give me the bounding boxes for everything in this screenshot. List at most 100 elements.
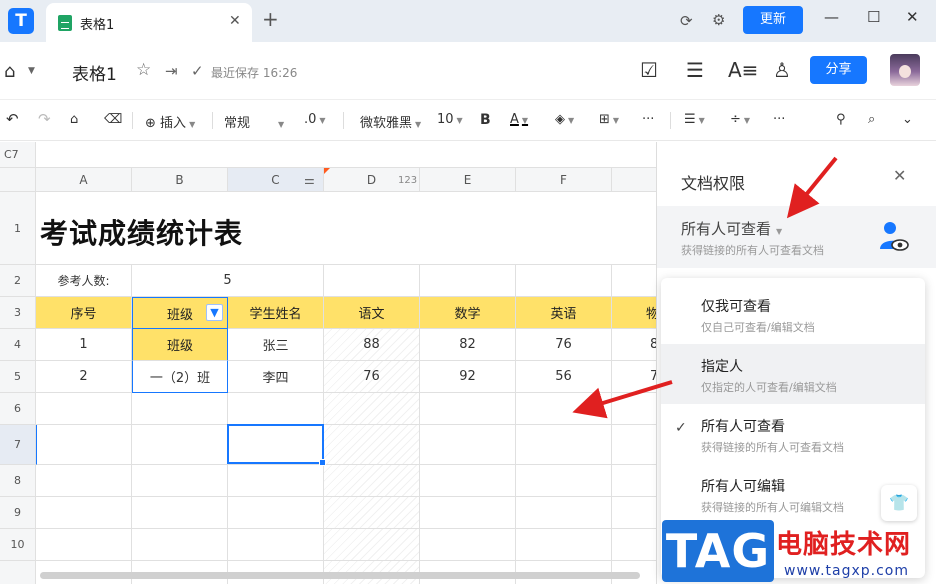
star-icon[interactable]: ☆: [136, 60, 151, 80]
table-cell[interactable]: 2: [36, 361, 132, 393]
chevron-down-icon[interactable]: ▼: [28, 66, 35, 76]
cell[interactable]: [324, 265, 420, 297]
more-align-button[interactable]: ···: [773, 112, 785, 127]
row-header-8[interactable]: 8: [0, 465, 36, 497]
table-cell[interactable]: 张三: [228, 329, 324, 361]
maximize-button[interactable]: ☐: [867, 8, 880, 26]
border-button[interactable]: ⊞ ▼: [599, 112, 619, 127]
row-header-10[interactable]: 10: [0, 529, 36, 561]
cell[interactable]: [420, 265, 516, 297]
cell[interactable]: [612, 529, 656, 561]
select-all-corner[interactable]: [0, 168, 36, 192]
cell[interactable]: [612, 265, 656, 297]
cell[interactable]: [612, 465, 656, 497]
redo-icon[interactable]: ↷: [38, 110, 51, 128]
document-title[interactable]: 表格1: [72, 60, 117, 85]
cell-reference-box[interactable]: C7: [0, 142, 36, 168]
decimal-select[interactable]: .0 ▼: [304, 112, 326, 127]
tab-close-icon[interactable]: ✕: [229, 13, 241, 29]
cell[interactable]: [36, 465, 132, 497]
horizontal-scrollbar[interactable]: [40, 572, 640, 579]
cell[interactable]: [324, 425, 420, 465]
cell[interactable]: [516, 465, 612, 497]
column-header-b[interactable]: B: [132, 168, 228, 192]
cell[interactable]: [36, 529, 132, 561]
collapse-chevron-icon[interactable]: ⌄: [902, 112, 913, 127]
row-header-7[interactable]: 7: [0, 425, 36, 465]
cell[interactable]: [612, 497, 656, 529]
table-cell[interactable]: 班级: [132, 329, 228, 361]
table-cell[interactable]: 92: [420, 361, 516, 393]
table-cell[interactable]: 7: [612, 361, 656, 393]
header-cell[interactable]: 语文: [324, 297, 420, 329]
row-header-5[interactable]: 5: [0, 361, 36, 393]
cell[interactable]: [324, 465, 420, 497]
table-cell[interactable]: 李四: [228, 361, 324, 393]
row-header-6[interactable]: 6: [0, 393, 36, 425]
table-cell[interactable]: 1: [36, 329, 132, 361]
fill-handle[interactable]: [319, 459, 326, 466]
row-header-1[interactable]: 1: [0, 192, 36, 265]
cell[interactable]: [516, 497, 612, 529]
cell[interactable]: [516, 529, 612, 561]
new-tab-button[interactable]: +: [262, 9, 279, 29]
more-format-button[interactable]: ···: [642, 112, 654, 127]
table-cell[interactable]: 82: [420, 329, 516, 361]
column-header-e[interactable]: E: [420, 168, 516, 192]
option-only-me[interactable]: 仅我可查看 仅自己可查看/编辑文档: [661, 284, 925, 344]
cell[interactable]: [324, 497, 420, 529]
brush-icon[interactable]: ⚲: [836, 112, 846, 127]
cell[interactable]: [36, 497, 132, 529]
column-header-f[interactable]: F: [516, 168, 612, 192]
cell[interactable]: [228, 497, 324, 529]
cell[interactable]: [516, 393, 612, 425]
cell[interactable]: [420, 497, 516, 529]
minimize-button[interactable]: —: [824, 8, 839, 26]
format-painter-icon[interactable]: ⌂: [70, 112, 78, 127]
cell[interactable]: [36, 393, 132, 425]
tab-sheet1[interactable]: 表格1 ✕: [46, 3, 252, 42]
spreadsheet-grid[interactable]: C7 A B C ⚌ D 123 E F 1 2 3 4 5 6 7 8 9 1…: [0, 142, 656, 584]
close-panel-icon[interactable]: ✕: [893, 166, 906, 185]
cell[interactable]: [516, 265, 612, 297]
row-header-9[interactable]: 9: [0, 497, 36, 529]
task-check-icon[interactable]: ☑: [640, 58, 658, 82]
cell[interactable]: [516, 425, 612, 465]
formula-bar[interactable]: [36, 142, 656, 168]
permission-view-icon[interactable]: ♙: [773, 58, 791, 82]
column-header-a[interactable]: A: [36, 168, 132, 192]
fill-color-button[interactable]: ◈ ▼: [555, 112, 574, 127]
header-cell[interactable]: 学生姓名: [228, 297, 324, 329]
cell[interactable]: [420, 529, 516, 561]
update-button[interactable]: 更新: [743, 6, 803, 34]
cell[interactable]: [228, 465, 324, 497]
table-cell[interactable]: 8: [612, 329, 656, 361]
table-cell[interactable]: 一（2）班: [132, 361, 228, 393]
bold-button[interactable]: B: [480, 112, 491, 128]
eraser-icon[interactable]: ⌫: [104, 112, 122, 127]
row-header-11[interactable]: [0, 561, 36, 584]
header-cell[interactable]: 物: [612, 297, 656, 329]
cell[interactable]: [132, 497, 228, 529]
align-button[interactable]: ☰ ▼: [684, 112, 705, 127]
share-button[interactable]: 分享: [810, 56, 867, 84]
refresh-icon[interactable]: ⟳: [680, 12, 693, 30]
column-header-g[interactable]: [612, 168, 656, 192]
cell[interactable]: [132, 425, 228, 465]
cell[interactable]: [36, 425, 132, 465]
font-size-select[interactable]: 10 ▼: [437, 112, 463, 127]
row-header-4[interactable]: 4: [0, 329, 36, 361]
row-header-3[interactable]: 3: [0, 297, 36, 329]
row-header-2[interactable]: 2: [0, 265, 36, 297]
option-everyone-view[interactable]: ✓ 所有人可查看 获得链接的所有人可查看文档: [661, 404, 925, 464]
number-format-select[interactable]: 常规 ▼: [224, 112, 284, 131]
cell[interactable]: [612, 393, 656, 425]
font-family-select[interactable]: 微软雅黑 ▼: [360, 112, 421, 131]
skin-icon[interactable]: 👕: [881, 485, 917, 521]
cell[interactable]: [132, 529, 228, 561]
cell[interactable]: [612, 425, 656, 465]
text-color-button[interactable]: A ▼: [510, 112, 528, 127]
cell[interactable]: [420, 465, 516, 497]
gear-icon[interactable]: ⚙: [712, 11, 725, 29]
valign-button[interactable]: ÷ ▼: [730, 112, 750, 127]
